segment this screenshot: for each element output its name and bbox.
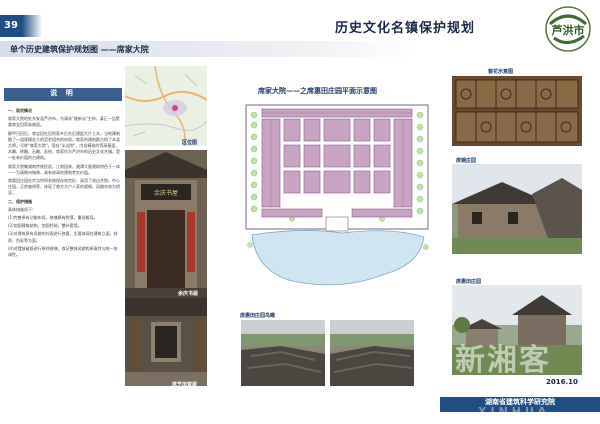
subtitle: 单个历史建筑保护规划图 ——席家大院 xyxy=(10,45,149,54)
notes-paragraph: 解甲归田后，席宝田在回到家乡后先后建起大片土木，当地建筑融了一组规模宏大的官宅组… xyxy=(8,130,120,161)
aerial-caption: 席惠田庄园鸟瞰 xyxy=(240,313,276,319)
aerial-photo-right xyxy=(330,320,414,386)
logo: 芦洪市 xyxy=(545,6,591,52)
house-caption: 席娥庄园 xyxy=(456,158,477,164)
notes-paragraph: (4)对摆放破损进行原样修缮，保证整体风貌的原真性与统一协调性。 xyxy=(8,245,118,258)
house-photo xyxy=(452,164,582,254)
watermark: 新湘客 xyxy=(455,343,551,378)
page-number: 39 xyxy=(0,15,22,37)
notes-text: 一、现状情况 席家大院地处东安县芦洪市，为清末"维新派"主帅，清正一品提督席宝田… xyxy=(8,108,120,388)
notes-paragraph: 二、保护措施 xyxy=(8,198,32,204)
notes-paragraph: 席家大院集湖南传统民居，江南园林，湘潭大屋建筑特色于一体——为清朝州城典，具有较… xyxy=(8,163,120,175)
gate-photo: 余庆书屋 xyxy=(125,150,207,298)
notes-paragraph: 具体措施如下： xyxy=(8,206,36,212)
date-label: 2016.10 xyxy=(546,378,578,386)
page-title: 历史文化名镇保护规划 xyxy=(335,21,476,36)
notes-heading: 说 明 xyxy=(50,89,76,97)
svg-text:余庆书屋: 余庆书屋 xyxy=(154,189,178,197)
gate-caption: 余庆书屋 xyxy=(178,291,199,297)
page: 39 历史文化名镇保护规划 芦洪市 单个历史建筑保护规划图 ——席家大院 说 明… xyxy=(0,0,600,424)
hall-photo xyxy=(125,298,207,386)
watermark-latin: XINHUA xyxy=(478,405,551,418)
site-plan xyxy=(232,95,442,295)
window-detail-photo xyxy=(452,76,582,146)
location-map xyxy=(125,66,207,146)
notes-paragraph: (2)加固建筑结构，加固柱础，整补套墙。 xyxy=(8,223,82,229)
notes-paragraph: 席家大院地处东安县芦洪市，为清末"维新派"主帅，清正一品提督席宝田家族故居。 xyxy=(8,116,120,128)
window-caption: 窗花示意图 xyxy=(488,69,514,75)
map-caption: 区位图 xyxy=(182,140,198,146)
village-caption: 席惠田庄园 xyxy=(456,279,482,285)
hall-caption: 席芝田堂屋 xyxy=(172,382,198,388)
notes-paragraph: 一、现状情况 xyxy=(8,108,32,113)
notes-paragraph: (3)对建筑原有风貌的外观进行修复，主要体现在建筑立面，材质，色彩等方面。 xyxy=(8,231,118,243)
page-number-bar xyxy=(22,15,42,37)
notes-paragraph: (1)完善原有功能布局，修缮原有院落，重现格局。 xyxy=(8,215,98,221)
notes-paragraph: 席惠田庄园在宗法宗祠系统保存较完好，采用了周边合院，中心庄园，正房轴线等，体现了… xyxy=(8,178,120,196)
aerial-photo-left xyxy=(241,320,325,386)
svg-text:芦洪市: 芦洪市 xyxy=(552,23,585,37)
